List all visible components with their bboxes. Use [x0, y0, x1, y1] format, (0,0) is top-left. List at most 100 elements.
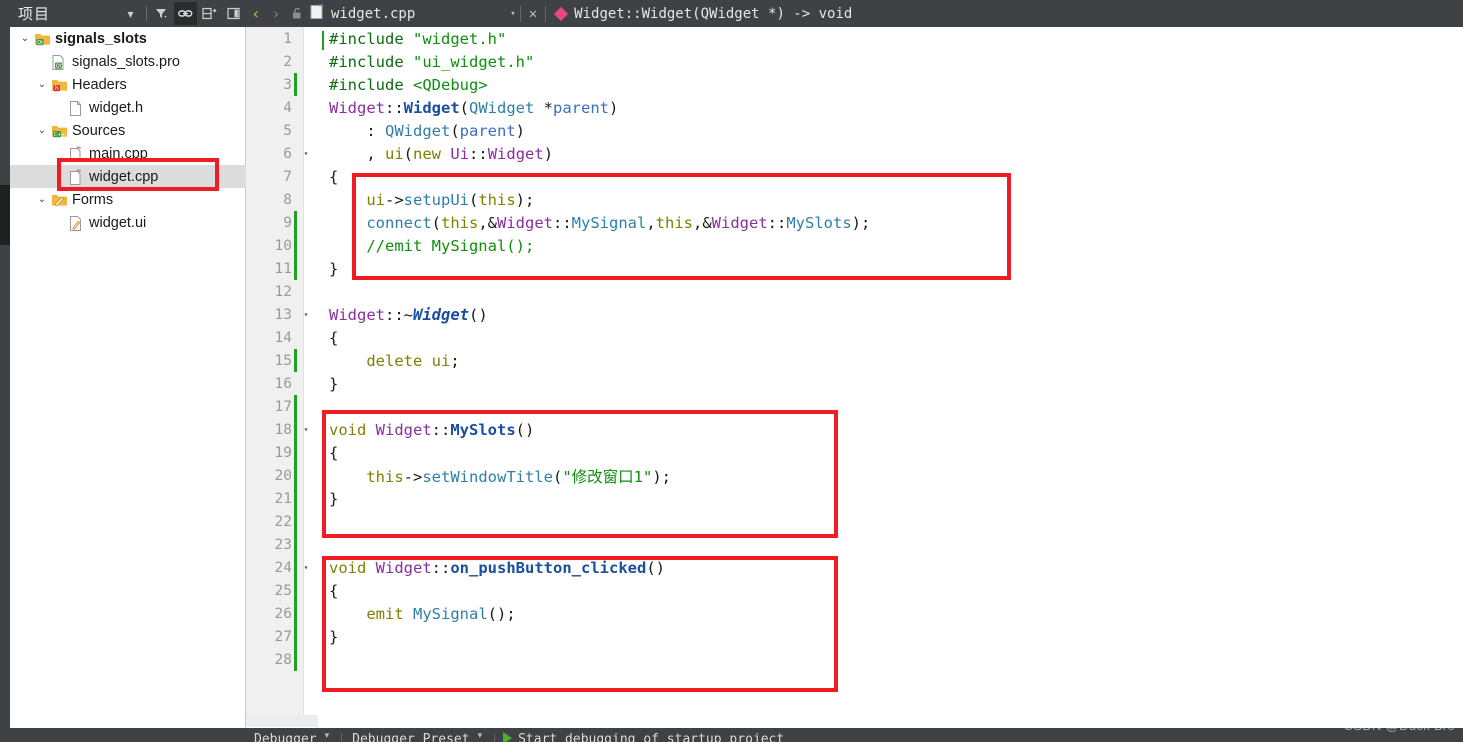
fold-toggle-icon[interactable]: ▾ — [297, 142, 315, 165]
left-mode-strip-active[interactable] — [0, 185, 10, 245]
close-tab-icon[interactable]: ✕ — [529, 6, 537, 22]
fold-toggle-icon[interactable]: ▾ — [297, 418, 315, 441]
play-icon[interactable] — [503, 732, 513, 742]
change-marker — [294, 349, 297, 372]
start-debugging-label[interactable]: Start debugging of startup project — [518, 732, 784, 742]
chevron-down-icon[interactable]: ⌄ — [35, 79, 49, 90]
symbol-selector[interactable]: Widget::Widget(QWidget *) -> void — [554, 0, 852, 27]
code-line[interactable]: 7{ — [246, 165, 1463, 188]
app-window: 项目 ▾ ⌄ Qt signals_slots Qt signals_slots… — [0, 0, 1463, 742]
code-line[interactable]: 25 { — [246, 579, 1463, 602]
code-line[interactable]: 15 delete ui; — [246, 349, 1463, 372]
code-line[interactable]: 28 — [246, 648, 1463, 671]
code-line[interactable]: 19 { — [246, 441, 1463, 464]
debugger-preset-label[interactable]: Debugger Preset — [352, 732, 469, 742]
tree-item-icon — [49, 192, 69, 208]
chevron-down-icon[interactable]: ⌄ — [18, 33, 32, 44]
code-line[interactable]: 20 this->setWindowTitle("修改窗口1"); — [246, 464, 1463, 487]
debug-divider-2 — [494, 732, 496, 742]
code-line[interactable]: 5 : QWidget(parent) — [246, 119, 1463, 142]
bottom-left-filler — [0, 715, 246, 742]
source-code-lines[interactable]: 1 #include "widget.h" 2 #include "ui_widget… — [246, 27, 1463, 671]
tree-item-label: widget.ui — [89, 214, 147, 231]
debugger-kit-caret-icon[interactable]: ▾ — [325, 730, 330, 741]
line-number: 18 — [274, 421, 292, 438]
code-text: #include <QDebug> — [329, 75, 488, 94]
tree-item-widget-cpp[interactable]: ⌄widget.cpp — [10, 165, 246, 188]
code-line[interactable]: 17 — [246, 395, 1463, 418]
code-line[interactable]: 10 //emit MySignal(); — [246, 234, 1463, 257]
change-marker — [294, 73, 297, 96]
tree-item-sources[interactable]: ⌄ C++ Sources — [10, 119, 246, 142]
code-line[interactable]: 8 ui->setupUi(this); — [246, 188, 1463, 211]
link-icon[interactable] — [174, 2, 197, 25]
output-pane-tab[interactable] — [246, 715, 318, 727]
tab-dropdown-caret-icon[interactable]: ▾ — [510, 9, 515, 19]
code-line[interactable]: 4 Widget::Widget(QWidget *parent) — [246, 96, 1463, 119]
tree-item-signals-slots[interactable]: ⌄ Qt signals_slots — [10, 27, 246, 50]
code-line[interactable]: 24 ▾ void Widget::on_pushButton_clicked() — [246, 556, 1463, 579]
line-number: 6 — [283, 145, 292, 162]
code-text: { — [329, 443, 339, 462]
code-line[interactable]: 12 — [246, 280, 1463, 303]
change-marker — [294, 395, 297, 418]
code-line[interactable]: 6 ▾ , ui(new Ui::Widget) — [246, 142, 1463, 165]
tree-item-signals-slots-pro[interactable]: ⌄Qtsignals_slots.pro — [10, 50, 246, 73]
line-number: 5 — [283, 122, 292, 139]
headers-folder-icon: h — [51, 77, 67, 93]
navigate-back-icon[interactable]: ‹ — [246, 0, 266, 27]
line-number: 26 — [274, 605, 292, 622]
code-line[interactable]: 1 #include "widget.h" — [246, 27, 1463, 50]
change-marker — [294, 487, 297, 510]
chevron-down-icon[interactable]: ⌄ — [35, 194, 49, 205]
project-file-tree[interactable]: ⌄ Qt signals_slots ⌄ Qt signals_slots.pro ⌄ h He… — [10, 27, 246, 234]
code-line[interactable]: 14 { — [246, 326, 1463, 349]
line-number: 9 — [283, 214, 292, 231]
unlock-icon[interactable] — [286, 7, 308, 20]
line-number: 12 — [274, 283, 292, 300]
code-line[interactable]: 9 connect(this,&Widget::MySignal,this,&W… — [246, 211, 1463, 234]
cpp-source-file-icon — [68, 168, 84, 185]
header-file-icon — [68, 100, 84, 116]
tree-item-headers[interactable]: ⌄ h Headers — [10, 73, 246, 96]
change-marker — [294, 441, 297, 464]
tree-item-widget-h[interactable]: ⌄widget.h — [10, 96, 246, 119]
code-line[interactable]: 22 — [246, 510, 1463, 533]
code-line[interactable]: 3 #include <QDebug> — [246, 73, 1463, 96]
svg-text:h: h — [55, 85, 59, 92]
toolbar-divider — [146, 6, 147, 21]
code-line[interactable]: 13 ▾ Widget::~Widget() — [246, 303, 1463, 326]
open-file-tab[interactable]: widget.cpp ▾ — [308, 0, 520, 27]
split-add-icon[interactable] — [198, 2, 221, 25]
code-line[interactable]: 21} — [246, 487, 1463, 510]
line-number: 24 — [274, 559, 292, 576]
line-number: 4 — [283, 99, 292, 116]
forms-folder-icon — [51, 192, 67, 208]
line-number: 3 — [283, 76, 292, 93]
tree-item-icon — [66, 215, 86, 231]
watermark-text: CSDN @Duck Bro — [1343, 718, 1455, 733]
debugger-preset-caret-icon[interactable]: ▾ — [478, 730, 483, 741]
tree-item-icon — [66, 168, 86, 185]
navigate-forward-icon[interactable]: › — [266, 0, 286, 27]
code-line[interactable]: 11} — [246, 257, 1463, 280]
code-line[interactable]: 23 — [246, 533, 1463, 556]
left-mode-strip[interactable] — [0, 0, 10, 742]
dropdown-arrow-icon[interactable]: ▾ — [119, 2, 142, 25]
code-line[interactable]: 18 ▾ void Widget::MySlots() — [246, 418, 1463, 441]
chevron-down-icon[interactable]: ⌄ — [35, 125, 49, 136]
code-line[interactable]: 27} — [246, 625, 1463, 648]
code-line[interactable]: 16} — [246, 372, 1463, 395]
code-line[interactable]: 26 emit MySignal(); — [246, 602, 1463, 625]
tree-item-main-cpp[interactable]: ⌄main.cpp — [10, 142, 246, 165]
fold-toggle-icon[interactable]: ▾ — [297, 303, 315, 326]
line-number: 14 — [274, 329, 292, 346]
filter-icon[interactable] — [150, 2, 173, 25]
code-line[interactable]: 2 #include "ui_widget.h" — [246, 50, 1463, 73]
debugger-kit-label[interactable]: Debugger — [254, 732, 317, 742]
tree-item-forms[interactable]: ⌄ Forms — [10, 188, 246, 211]
sidebar-toggle-icon[interactable] — [222, 2, 245, 25]
code-canvas[interactable]: 1 #include "widget.h" 2 #include "ui_widget… — [246, 27, 1463, 715]
fold-toggle-icon[interactable]: ▾ — [297, 556, 315, 579]
tree-item-widget-ui[interactable]: ⌄widget.ui — [10, 211, 246, 234]
